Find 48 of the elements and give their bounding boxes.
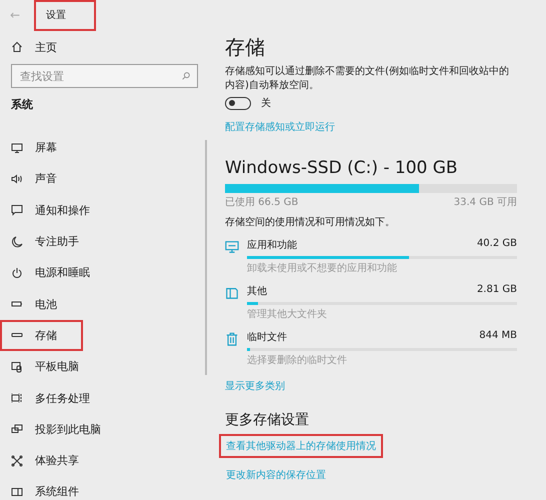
toggle-label: 关 bbox=[261, 96, 271, 110]
search-input[interactable]: 查找设置 bbox=[18, 68, 181, 84]
sidebar-item[interactable]: 屏幕 bbox=[0, 132, 83, 164]
scroll-bar[interactable] bbox=[205, 140, 207, 375]
message-icon bbox=[11, 204, 23, 216]
monitor-icon bbox=[11, 142, 23, 154]
category-size: 40.2 GB bbox=[476, 238, 517, 251]
category-name[interactable]: 应用和功能 bbox=[247, 238, 297, 252]
section-title: 更多存储设置 bbox=[225, 411, 310, 429]
sidebar-item[interactable]: 电源和睡眠 bbox=[0, 257, 116, 288]
section-heading: 系统 bbox=[10, 97, 34, 113]
description-text: 存储感知可以通过删除不需要的文件(例如临时文件和回收站中的内容)自动释放空间。 bbox=[225, 65, 510, 93]
category-hint: 选择要删除的临时文件 bbox=[247, 354, 348, 367]
category-size: 844 MB bbox=[479, 330, 517, 343]
moon-icon bbox=[11, 236, 23, 248]
sidebar-item[interactable]: 存储 bbox=[0, 320, 83, 352]
folder-icon bbox=[225, 286, 239, 300]
speaker-icon bbox=[11, 172, 23, 185]
used-label: 已使用 66.5 GB bbox=[225, 196, 298, 209]
sidebar-item[interactable]: 投影到此电脑 bbox=[0, 414, 127, 445]
sidebar-item[interactable]: 专注助手 bbox=[0, 226, 105, 258]
category-size: 2.81 GB bbox=[476, 284, 517, 297]
home-item[interactable]: 主页 bbox=[0, 30, 83, 64]
storage-sense-toggle[interactable] bbox=[225, 96, 251, 110]
category-hint: 管理其他大文件夹 bbox=[247, 308, 328, 321]
power-icon bbox=[11, 266, 23, 279]
sidebar-item[interactable]: 通知和操作 bbox=[0, 194, 116, 226]
window-title: 设置 bbox=[34, 0, 96, 30]
sidebar-item[interactable]: 系统组件 bbox=[0, 476, 105, 500]
search-field[interactable]: 查找设置 bbox=[11, 64, 198, 88]
sidebar-item[interactable]: 体验共享 bbox=[0, 444, 105, 476]
share-icon bbox=[11, 454, 23, 467]
category-name[interactable]: 临时文件 bbox=[247, 330, 287, 344]
search-icon bbox=[181, 71, 191, 81]
drive-title: Windows-SSD (C:) - 100 GB bbox=[225, 158, 459, 178]
category-name[interactable]: 其他 bbox=[247, 284, 267, 298]
monitor-icon bbox=[225, 240, 239, 254]
page-title: 存储 bbox=[225, 35, 266, 59]
free-label: 33.4 GB 可用 bbox=[454, 196, 517, 209]
sidebar-item[interactable]: 多任务处理 bbox=[0, 382, 116, 414]
category-hint: 卸载未使用或不想要的应用和功能 bbox=[247, 262, 398, 275]
sidebar-item[interactable]: 电池 bbox=[0, 288, 83, 320]
trash-icon bbox=[225, 332, 239, 346]
sidebar-item[interactable]: 平板电脑 bbox=[0, 351, 105, 382]
summary-text: 存储空间的使用情况和可用情况如下。 bbox=[225, 216, 396, 229]
tablet-icon bbox=[11, 360, 23, 373]
home-icon bbox=[11, 41, 23, 53]
sidebar-item[interactable]: 声音 bbox=[0, 163, 83, 195]
